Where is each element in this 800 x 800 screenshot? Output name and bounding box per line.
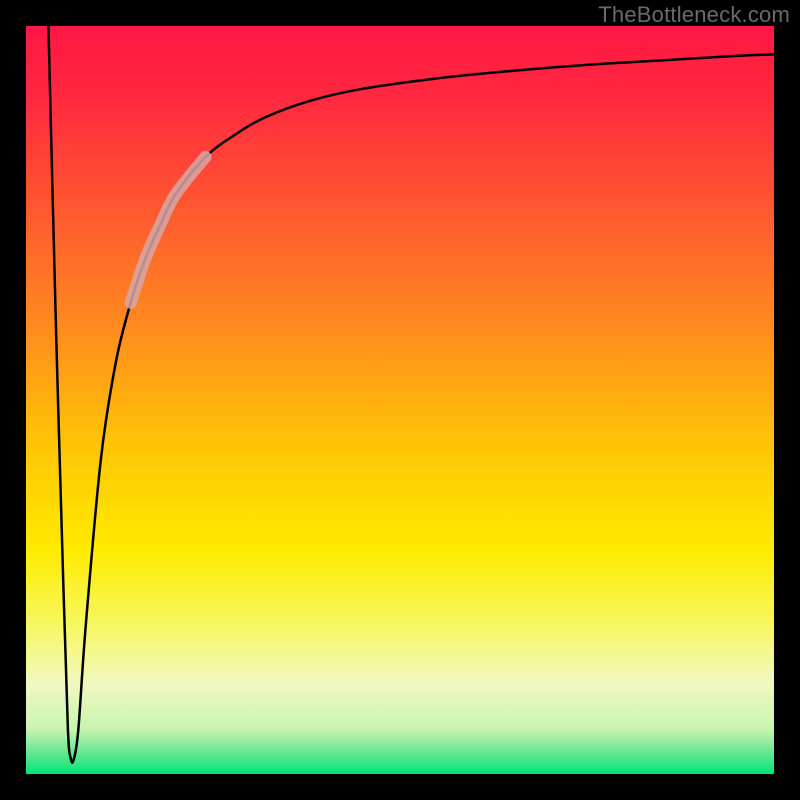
- bottleneck-chart: [0, 0, 800, 800]
- attribution-watermark: TheBottleneck.com: [598, 2, 790, 28]
- chart-container: TheBottleneck.com: [0, 0, 800, 800]
- plot-area: [26, 26, 774, 774]
